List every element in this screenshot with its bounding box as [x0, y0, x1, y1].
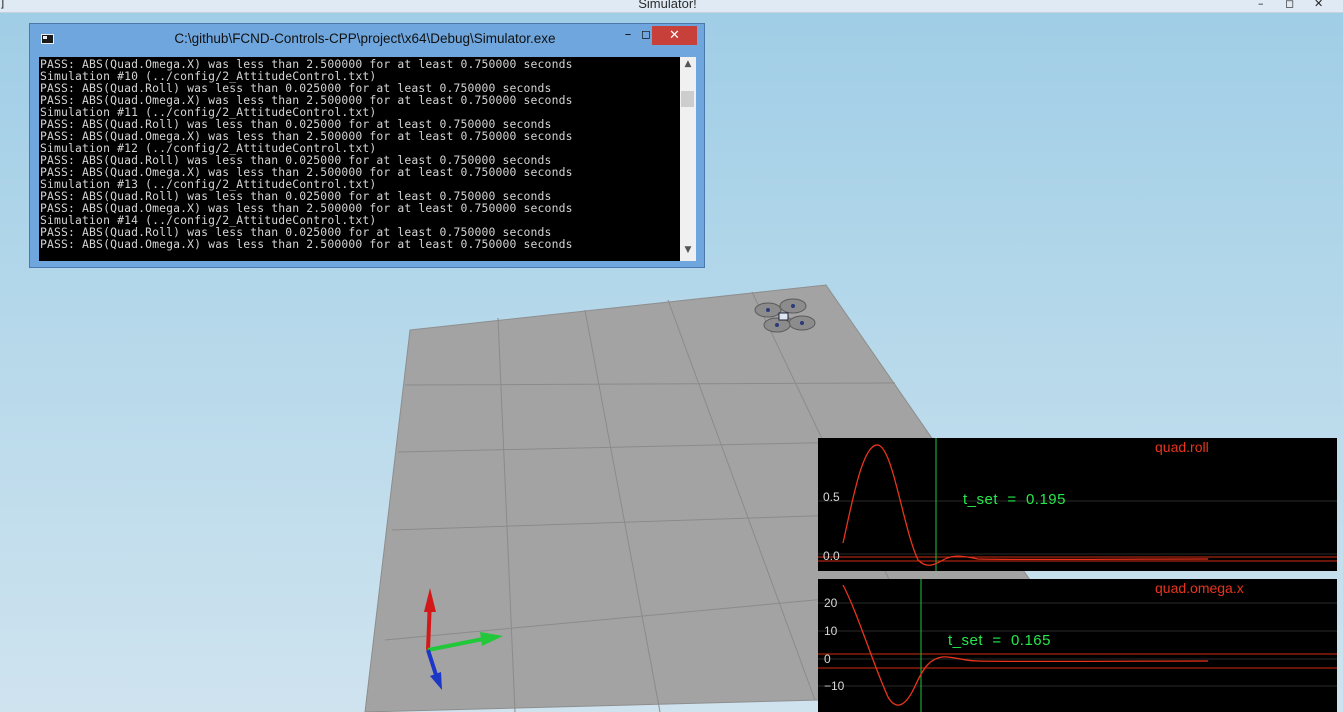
graph-omega-ylabel: 10 — [824, 624, 838, 638]
scrollbar-thumb[interactable] — [681, 91, 694, 107]
console-window[interactable]: C:\github\FCND-Controls-CPP\project\x64\… — [29, 23, 705, 268]
graph-omega-ylabel: 20 — [824, 596, 838, 610]
graph-roll-ylabel: 0.5 — [823, 490, 840, 504]
main-maximize-button[interactable]: ◻ — [1285, 0, 1294, 10]
console-titlebar[interactable]: C:\github\FCND-Controls-CPP\project\x64\… — [30, 24, 704, 54]
graph-omega-title: quad.omega.x — [1155, 580, 1244, 596]
graph-omega-plot — [818, 579, 1337, 712]
console-close-button[interactable]: ✕ — [652, 26, 697, 45]
graph-roll-settle-annotation: t_set = 0.195 — [963, 491, 1066, 508]
console-line: PASS: ABS(Quad.Omega.X) was less than 2.… — [40, 237, 573, 251]
console-output-area[interactable]: PASS: ABS(Quad.Omega.X) was less than 2.… — [39, 57, 696, 261]
main-window-title: Simulator! — [638, 0, 697, 11]
graph-omega-ylabel: 0 — [824, 652, 831, 666]
console-scrollbar[interactable]: ▲ ▼ — [680, 57, 696, 261]
graph-omega-settle-annotation: t_set = 0.165 — [948, 632, 1051, 649]
graph-roll-ylabel: 0.0 — [823, 549, 840, 563]
console-output-text: PASS: ABS(Quad.Omega.X) was less than 2.… — [40, 58, 680, 250]
main-window-titlebar: ] Simulator! – ◻ ✕ — [0, 0, 1343, 13]
console-title: C:\github\FCND-Controls-CPP\project\x64\… — [174, 31, 556, 46]
graph-roll-plot — [818, 438, 1337, 571]
scroll-down-icon[interactable]: ▼ — [680, 245, 696, 255]
main-close-button[interactable]: ✕ — [1314, 0, 1323, 10]
graph-quad-roll[interactable]: quad.roll 0.5 0.0 t_set = 0.195 — [818, 438, 1337, 571]
graph-roll-title: quad.roll — [1155, 439, 1209, 455]
console-minimize-button[interactable]: – — [618, 28, 638, 44]
graph-omega-ylabel: −10 — [824, 679, 845, 693]
scroll-up-icon[interactable]: ▲ — [680, 59, 696, 69]
graph-quad-omega-x[interactable]: quad.omega.x 20 10 0 −10 t_set = 0.165 — [818, 579, 1337, 712]
main-minimize-button[interactable]: – — [1258, 0, 1264, 10]
